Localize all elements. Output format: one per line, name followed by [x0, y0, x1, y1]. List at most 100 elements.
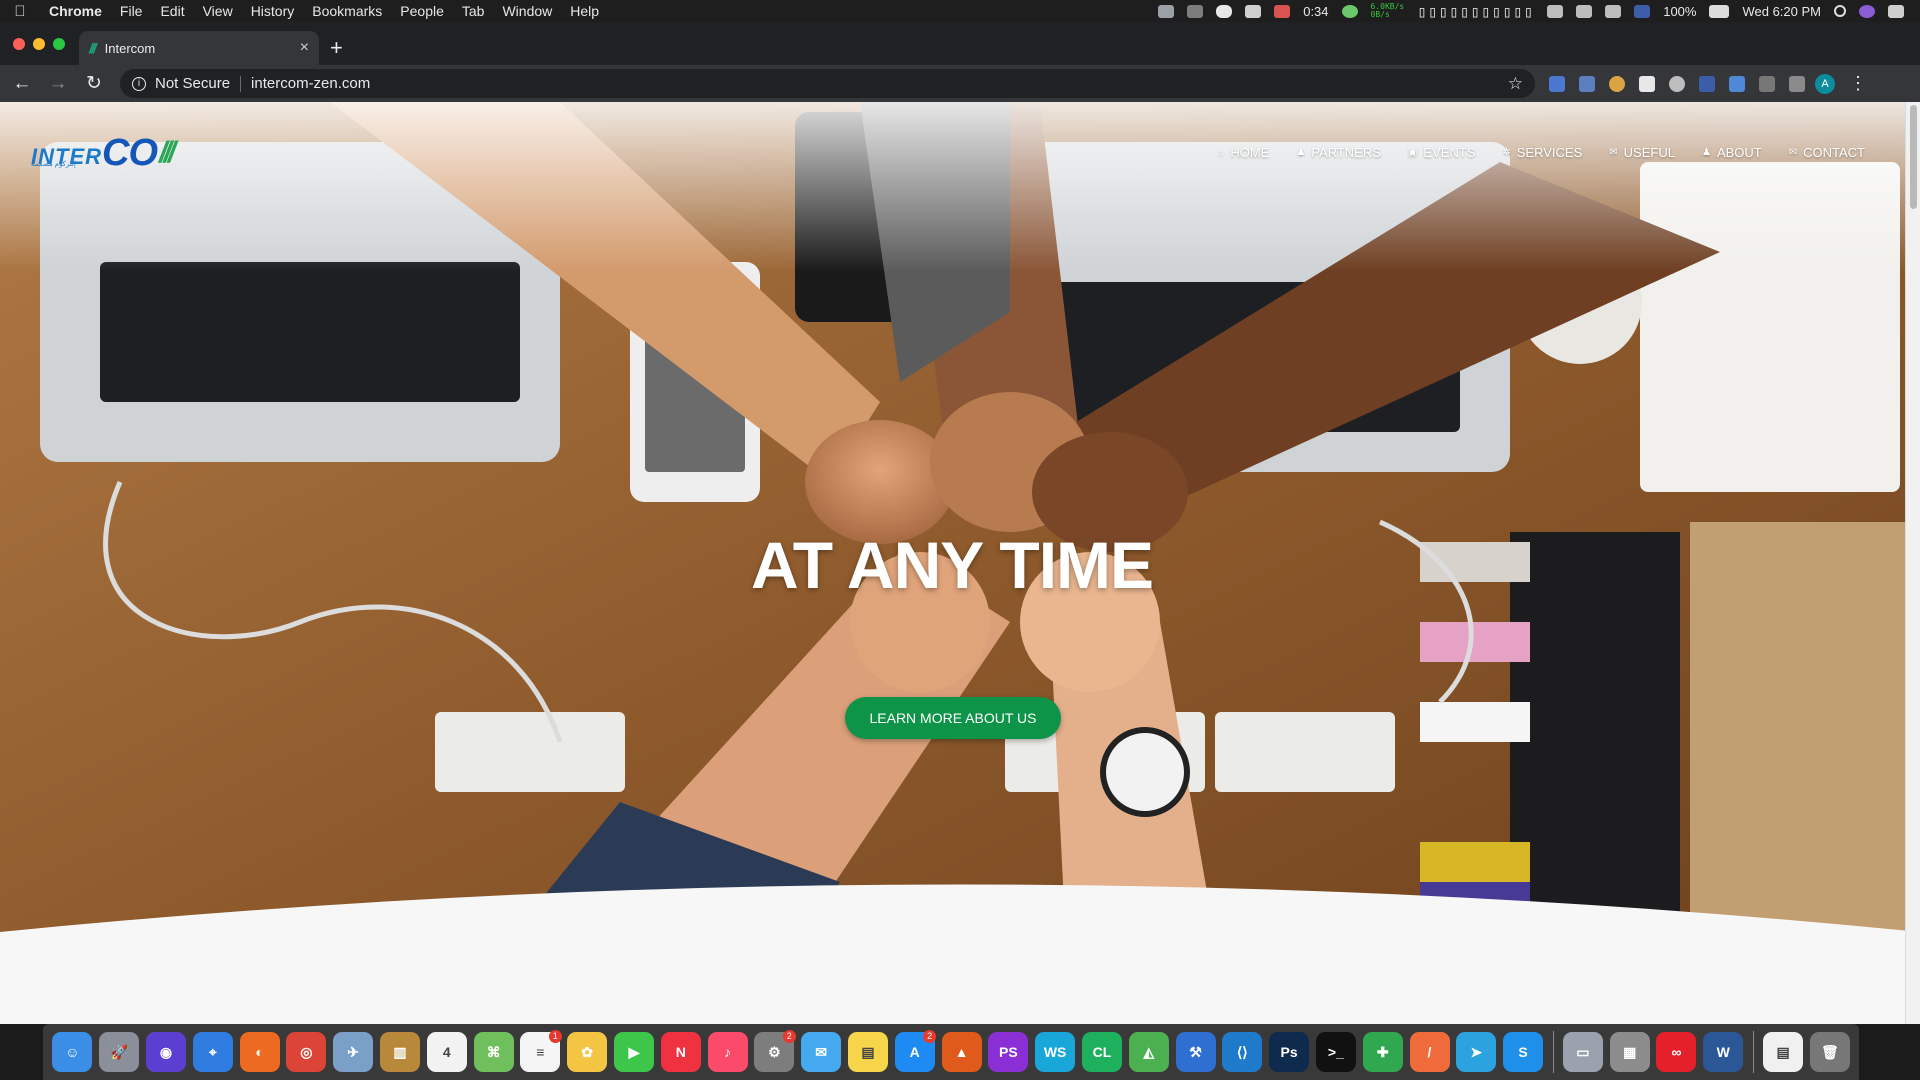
- notification-icon[interactable]: [1245, 4, 1262, 18]
- clock[interactable]: Wed 6:20 PM: [1742, 4, 1821, 19]
- chat-extension-icon[interactable]: [1669, 75, 1685, 92]
- dock-reminders[interactable]: ≡ 1: [517, 1029, 564, 1076]
- dock-finder[interactable]: ☺: [49, 1029, 96, 1076]
- spotlight-icon[interactable]: [1834, 5, 1846, 17]
- dock-system-preferences[interactable]: ⚙ 2: [751, 1029, 798, 1076]
- volume-icon[interactable]: [1605, 4, 1622, 18]
- tab-close-icon[interactable]: ×: [300, 39, 309, 57]
- eject-icon[interactable]: [1576, 4, 1593, 18]
- forward-arrow-icon[interactable]: →: [44, 73, 72, 95]
- scrollbar-thumb[interactable]: [1910, 105, 1917, 209]
- dock-maps[interactable]: ⌘: [470, 1029, 517, 1076]
- dock-android-studio[interactable]: ◭: [1125, 1029, 1172, 1076]
- menu-file[interactable]: File: [111, 3, 152, 19]
- learn-more-button[interactable]: LEARN MORE ABOUT US: [845, 697, 1061, 739]
- dock-creative-cloud[interactable]: ∞: [1653, 1029, 1700, 1076]
- timer-readout[interactable]: 0:34: [1303, 4, 1328, 19]
- us-flag-extension-icon[interactable]: [1699, 75, 1715, 92]
- activity-icon[interactable]: [1341, 4, 1358, 18]
- menu-history[interactable]: History: [242, 3, 304, 19]
- apple-icon[interactable]: : [0, 3, 40, 20]
- dock-firefox[interactable]: ◐: [236, 1029, 283, 1076]
- dock-messages[interactable]: ✉: [798, 1029, 845, 1076]
- dock-phpstorm[interactable]: PS: [985, 1029, 1032, 1076]
- menu-bookmarks[interactable]: Bookmarks: [303, 3, 391, 19]
- keyboard-icon[interactable]: [1547, 4, 1564, 18]
- dropbox-icon[interactable]: [1158, 4, 1175, 18]
- browser-tab-intercom[interactable]: /// Intercom ×: [79, 31, 319, 65]
- nav-home[interactable]: ⌂ HOME: [1218, 145, 1269, 160]
- flag-extension-icon[interactable]: [1639, 75, 1655, 92]
- bookmark-star-icon[interactable]: ☆: [1508, 74, 1523, 94]
- dock-photos[interactable]: ✿: [564, 1029, 611, 1076]
- dock-clion[interactable]: CL: [1079, 1029, 1126, 1076]
- security-label[interactable]: Not Secure: [155, 75, 230, 92]
- reload-icon[interactable]: ↻: [80, 72, 108, 95]
- dock-news[interactable]: N: [657, 1029, 704, 1076]
- layers-extension-icon[interactable]: [1729, 75, 1745, 92]
- dock-swift-playgrounds[interactable]: /: [1406, 1029, 1453, 1076]
- menu-app-name[interactable]: Chrome: [40, 3, 111, 19]
- code-extension-icon[interactable]: [1789, 75, 1805, 92]
- save-extension-icon[interactable]: [1579, 75, 1595, 92]
- window-zoom-icon[interactable]: [53, 38, 65, 50]
- nav-useful[interactable]: ✉ USEFUL: [1609, 145, 1675, 160]
- page-scrollbar[interactable]: [1905, 102, 1920, 1024]
- notification-center-icon[interactable]: [1888, 4, 1904, 18]
- dock-skype[interactable]: S: [1500, 1029, 1547, 1076]
- dock-launchpad[interactable]: 🚀: [96, 1029, 143, 1076]
- dock-app-store[interactable]: A2: [891, 1029, 938, 1076]
- new-tab-icon[interactable]: +: [330, 37, 343, 59]
- dock-calendar[interactable]: 4: [423, 1029, 470, 1076]
- dock-archive[interactable]: ▦: [1606, 1029, 1653, 1076]
- profile-avatar[interactable]: A: [1815, 73, 1835, 94]
- nav-events[interactable]: ▣ EVENTS: [1408, 145, 1475, 160]
- pin-extension-icon[interactable]: [1759, 75, 1775, 92]
- flux-icon[interactable]: [1274, 4, 1291, 18]
- menu-window[interactable]: Window: [493, 3, 561, 19]
- dock-notebook[interactable]: ▥: [377, 1029, 424, 1076]
- dock-trash[interactable]: 🗑: [1806, 1029, 1853, 1076]
- menu-tab[interactable]: Tab: [453, 3, 494, 19]
- nav-partners[interactable]: ♟ PARTNERS: [1296, 145, 1381, 160]
- dock-preview[interactable]: ✈: [330, 1029, 377, 1076]
- dock-terminal[interactable]: >_: [1313, 1029, 1360, 1076]
- cloud-upload-icon[interactable]: [1216, 4, 1233, 18]
- dock-matlab[interactable]: ▲: [938, 1029, 985, 1076]
- window-minimize-icon[interactable]: [33, 38, 45, 50]
- dock-telegram[interactable]: ➤: [1453, 1029, 1500, 1076]
- dock-safari[interactable]: ⌖: [189, 1029, 236, 1076]
- dock-vscode[interactable]: ⟨⟩: [1219, 1029, 1266, 1076]
- dock-notes[interactable]: ▤: [845, 1029, 892, 1076]
- dock-android-file[interactable]: ✚: [1359, 1029, 1406, 1076]
- nav-services[interactable]: ✲ SERVICES: [1502, 145, 1582, 160]
- menu-people[interactable]: People: [391, 3, 453, 19]
- dock-xcode[interactable]: ⚒: [1172, 1029, 1219, 1076]
- dock-word[interactable]: W: [1700, 1029, 1747, 1076]
- cookie-extension-icon[interactable]: [1609, 75, 1625, 92]
- nav-about[interactable]: ♟ ABOUT: [1702, 145, 1762, 160]
- battery-percent[interactable]: 100%: [1663, 4, 1696, 19]
- info-icon[interactable]: i: [132, 76, 146, 91]
- dock-docs[interactable]: ▤: [1760, 1029, 1807, 1076]
- translate-extension-icon[interactable]: [1549, 75, 1565, 92]
- window-close-icon[interactable]: [13, 38, 25, 50]
- dock-chrome[interactable]: ◎: [283, 1029, 330, 1076]
- menu-view[interactable]: View: [194, 3, 242, 19]
- url-text[interactable]: intercom-zen.com: [251, 75, 370, 92]
- dock-siri[interactable]: ◉: [143, 1029, 190, 1076]
- battery-icon[interactable]: [1709, 4, 1730, 18]
- dock-facetime[interactable]: ▶: [611, 1029, 658, 1076]
- chrome-menu-icon[interactable]: ⋮: [1849, 73, 1867, 94]
- us-flag-icon[interactable]: [1634, 4, 1651, 18]
- back-arrow-icon[interactable]: ←: [8, 73, 36, 95]
- creative-cloud-icon[interactable]: [1187, 4, 1204, 18]
- menu-edit[interactable]: Edit: [151, 3, 193, 19]
- menu-help[interactable]: Help: [561, 3, 608, 19]
- nav-contact[interactable]: ✉ CONTACT: [1789, 145, 1865, 160]
- address-bar[interactable]: i Not Secure intercom-zen.com ☆: [120, 69, 1535, 98]
- dock-photoshop[interactable]: Ps: [1266, 1029, 1313, 1076]
- site-logo[interactable]: INTER CO /// إنتركوم مصممة: [31, 134, 176, 172]
- dock-webstorm[interactable]: WS: [1032, 1029, 1079, 1076]
- dock-image-capture[interactable]: ▭: [1560, 1029, 1607, 1076]
